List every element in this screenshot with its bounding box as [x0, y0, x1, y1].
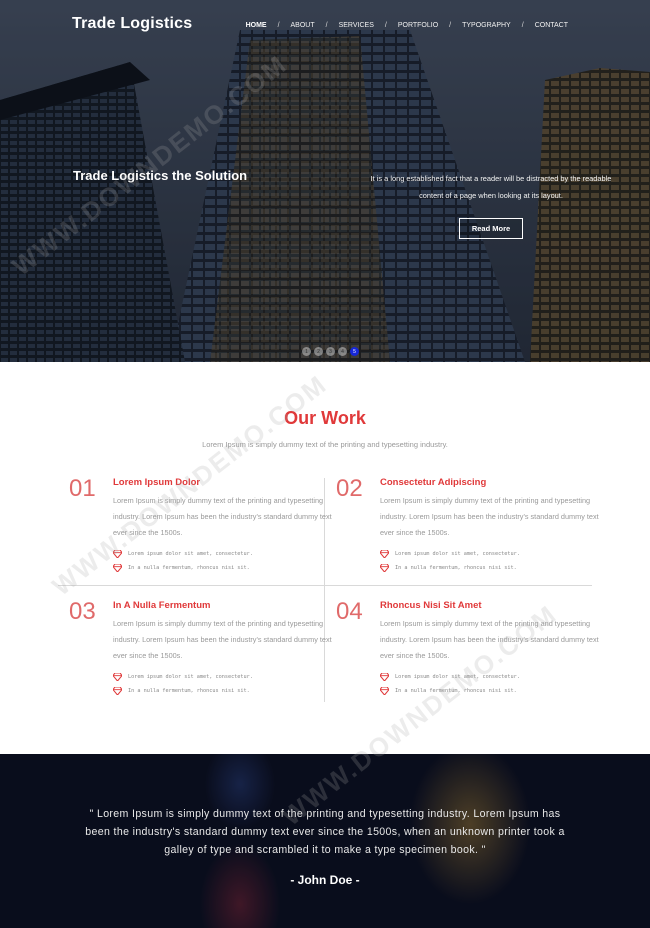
list-item: Lorem ipsum dolor sit amet, consectetur.: [113, 547, 333, 561]
card-bullets: Lorem ipsum dolor sit amet, consectetur.…: [113, 670, 333, 698]
bullet-text: Lorem ipsum dolor sit amet, consectetur.: [128, 551, 253, 557]
nav-separator: /: [384, 22, 387, 29]
card-title[interactable]: Consectetur Adipiscing: [380, 477, 600, 488]
card-number: 03: [69, 598, 96, 625]
card-number: 01: [69, 475, 96, 502]
work-card-02: 02 Consectetur Adipiscing Lorem Ipsum is…: [336, 475, 600, 575]
card-title[interactable]: Rhoncus Nisi Sit Amet: [380, 600, 600, 611]
slide-dot-2[interactable]: 2: [314, 347, 323, 356]
list-item: In a nulla fermentum, rhoncus nisi sit.: [113, 684, 333, 698]
diamond-icon: [380, 673, 389, 681]
slide-dot-5[interactable]: 5: [350, 347, 359, 356]
bullet-text: Lorem ipsum dolor sit amet, consectetur.: [395, 674, 520, 680]
card-text: Lorem Ipsum is simply dummy text of the …: [380, 496, 599, 537]
card-title[interactable]: In A Nulla Fermentum: [113, 600, 333, 611]
nav-item-portfolio[interactable]: PORTFOLIO: [398, 22, 438, 29]
card-number: 04: [336, 598, 363, 625]
hero-description: It is a long established fact that a rea…: [370, 174, 612, 200]
testimonial-author: - John Doe -: [290, 873, 360, 887]
list-item: In a nulla fermentum, rhoncus nisi sit.: [113, 561, 333, 575]
testimonial-quote: " Lorem Ipsum is simply dummy text of th…: [85, 808, 565, 856]
top-navigation: Trade Logistics HOME / ABOUT / SERVICES …: [0, 0, 650, 50]
card-bullets: Lorem ipsum dolor sit amet, consectetur.…: [380, 670, 600, 698]
nav-item-services[interactable]: SERVICES: [339, 22, 374, 29]
main-menu: HOME / ABOUT / SERVICES / PORTFOLIO / TY…: [246, 22, 568, 29]
slider-pagination: 1 2 3 4 5: [302, 347, 359, 356]
nav-item-home[interactable]: HOME: [246, 22, 267, 29]
nav-item-contact[interactable]: CONTACT: [535, 22, 568, 29]
list-item: Lorem ipsum dolor sit amet, consectetur.: [113, 670, 333, 684]
card-bullets: Lorem ipsum dolor sit amet, consectetur.…: [380, 547, 600, 575]
diamond-icon: [113, 550, 122, 558]
nav-separator: /: [277, 22, 280, 29]
bullet-text: Lorem ipsum dolor sit amet, consectetur.: [395, 551, 520, 557]
slide-dot-4[interactable]: 4: [338, 347, 347, 356]
site-logo[interactable]: Trade Logistics: [72, 15, 192, 33]
card-text: Lorem Ipsum is simply dummy text of the …: [113, 619, 332, 660]
diamond-icon: [113, 687, 122, 695]
work-card-04: 04 Rhoncus Nisi Sit Amet Lorem Ipsum is …: [336, 598, 600, 698]
list-item: In a nulla fermentum, rhoncus nisi sit.: [380, 561, 600, 575]
list-item: Lorem ipsum dolor sit amet, consectetur.: [380, 670, 600, 684]
testimonial-section: " Lorem Ipsum is simply dummy text of th…: [0, 754, 650, 928]
card-bullets: Lorem ipsum dolor sit amet, consectetur.…: [113, 547, 333, 575]
diamond-icon: [113, 673, 122, 681]
bullet-text: In a nulla fermentum, rhoncus nisi sit.: [128, 565, 250, 571]
card-text: Lorem Ipsum is simply dummy text of the …: [380, 619, 599, 660]
hero-banner: Trade Logistics HOME / ABOUT / SERVICES …: [0, 0, 650, 362]
card-title[interactable]: Lorem Ipsum Dolor: [113, 477, 333, 488]
section-title: Our Work: [284, 408, 366, 428]
read-more-button[interactable]: Read More: [459, 218, 523, 239]
bullet-text: In a nulla fermentum, rhoncus nisi sit.: [395, 565, 517, 571]
bullet-text: Lorem ipsum dolor sit amet, consectetur.: [128, 674, 253, 680]
nav-separator: /: [325, 22, 328, 29]
slide-dot-1[interactable]: 1: [302, 347, 311, 356]
work-card-03: 03 In A Nulla Fermentum Lorem Ipsum is s…: [69, 598, 333, 698]
bullet-text: In a nulla fermentum, rhoncus nisi sit.: [128, 688, 250, 694]
diamond-icon: [113, 564, 122, 572]
grid-divider-horizontal: [58, 585, 592, 586]
card-number: 02: [336, 475, 363, 502]
work-card-01: 01 Lorem Ipsum Dolor Lorem Ipsum is simp…: [69, 475, 333, 575]
bullet-text: In a nulla fermentum, rhoncus nisi sit.: [395, 688, 517, 694]
diamond-icon: [380, 564, 389, 572]
diamond-icon: [380, 687, 389, 695]
nav-separator: /: [449, 22, 452, 29]
diamond-icon: [380, 550, 389, 558]
list-item: Lorem ipsum dolor sit amet, consectetur.: [380, 547, 600, 561]
nav-separator: /: [521, 22, 524, 29]
list-item: In a nulla fermentum, rhoncus nisi sit.: [380, 684, 600, 698]
card-text: Lorem Ipsum is simply dummy text of the …: [113, 496, 332, 537]
section-subtitle: Lorem Ipsum is simply dummy text of the …: [202, 440, 448, 449]
nav-item-typography[interactable]: TYPOGRAPHY: [462, 22, 511, 29]
hero-title: Trade Logistics the Solution: [73, 168, 248, 183]
nav-item-about[interactable]: ABOUT: [291, 22, 315, 29]
our-work-section: Our Work Lorem Ipsum is simply dummy tex…: [0, 362, 650, 754]
slide-dot-3[interactable]: 3: [326, 347, 335, 356]
